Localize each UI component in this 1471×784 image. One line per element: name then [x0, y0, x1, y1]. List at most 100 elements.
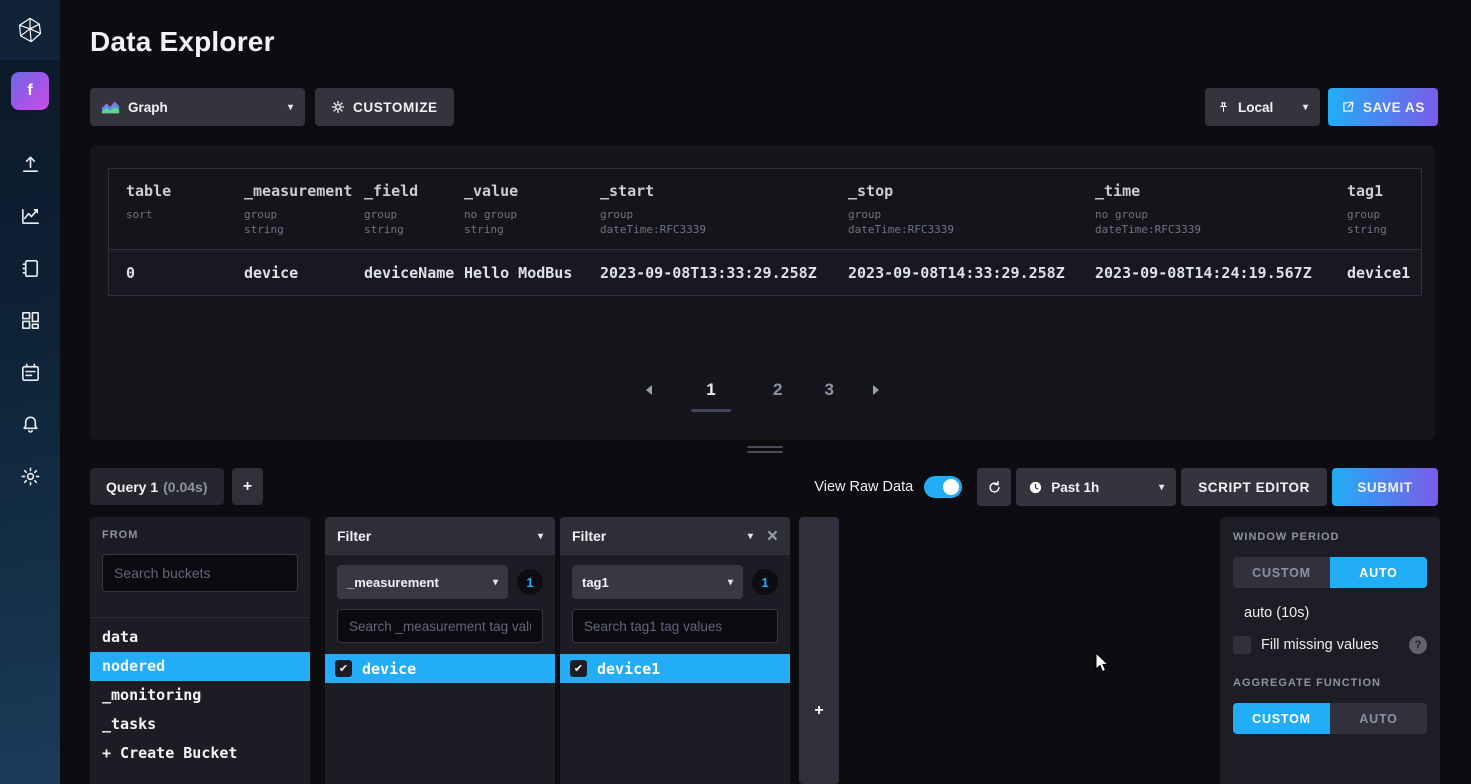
tag-value-label: device1	[597, 660, 660, 678]
selected-count-badge: 1	[752, 569, 778, 595]
time-range-dropdown[interactable]: Past 1h ▾	[1016, 468, 1176, 506]
sidebar-item-tasks[interactable]	[0, 346, 60, 398]
plus-icon: +	[814, 702, 823, 784]
cell-tag1: device1	[1330, 250, 1421, 295]
tag-key-label: tag1	[582, 575, 609, 590]
checkbox-checked-icon[interactable]: ✔	[570, 660, 587, 677]
bucket-item-data[interactable]: data	[90, 623, 310, 652]
column-header[interactable]: _field groupstring	[347, 169, 447, 249]
refresh-icon	[987, 480, 1002, 495]
query-options-panel: WINDOW PERIOD CUSTOM AUTO auto (10s) Fil…	[1220, 517, 1440, 784]
query-tab[interactable]: Query 1 (0.04s)	[90, 468, 224, 505]
customize-label: CUSTOMIZE	[353, 100, 438, 115]
window-auto-button[interactable]: AUTO	[1330, 557, 1427, 588]
chevron-down-icon: ▾	[288, 102, 293, 113]
tag-value-search-input[interactable]	[337, 609, 543, 643]
panel-resize-handle[interactable]	[747, 446, 783, 456]
bucket-item-monitoring[interactable]: _monitoring	[90, 681, 310, 710]
chevron-down-icon: ▾	[1303, 102, 1308, 113]
gear-icon	[331, 100, 345, 114]
pagination: 1 2 3	[90, 380, 1435, 412]
fill-missing-values-label: Fill missing values	[1261, 637, 1379, 653]
bucket-item-tasks[interactable]: _tasks	[90, 710, 310, 739]
tag-key-label: _measurement	[347, 575, 439, 590]
clock-icon	[1028, 480, 1043, 495]
filter-card-measurement: Filter ▾ _measurement ▾ 1 ✔ device	[325, 517, 555, 784]
sidebar-item-upload[interactable]	[0, 138, 60, 190]
column-header[interactable]: _time no groupdateTime:RFC3339	[1078, 169, 1330, 249]
tag-key-dropdown[interactable]: _measurement ▾	[337, 565, 508, 599]
aggregate-auto-button[interactable]: AUTO	[1330, 703, 1427, 734]
column-header[interactable]: tag1 groupstring	[1330, 169, 1421, 249]
page-number-3[interactable]: 3	[819, 380, 840, 400]
save-as-button[interactable]: SAVE AS	[1328, 88, 1438, 126]
location-label: Local	[1238, 100, 1273, 115]
visualization-type-dropdown[interactable]: Graph ▾	[90, 88, 305, 126]
from-bucket-card: FROM data nodered _monitoring _tasks + C…	[90, 517, 310, 784]
column-header[interactable]: _stop groupdateTime:RFC3339	[831, 169, 1078, 249]
column-header[interactable]: _value no groupstring	[447, 169, 583, 249]
add-query-button[interactable]: +	[232, 468, 263, 505]
help-icon[interactable]: ?	[1409, 636, 1427, 654]
close-icon[interactable]: ×	[767, 527, 778, 546]
line-chart-icon	[19, 205, 42, 228]
sidebar-item-notebooks[interactable]	[0, 242, 60, 294]
filter-type-dropdown[interactable]: Filter ▾	[325, 517, 555, 555]
window-custom-button[interactable]: CUSTOM	[1233, 557, 1330, 588]
filter-title: Filter	[572, 528, 606, 544]
next-page-button[interactable]	[870, 384, 882, 399]
add-filter-card-button[interactable]: +	[799, 517, 839, 784]
prev-page-button[interactable]	[643, 384, 655, 399]
column-header[interactable]: _start groupdateTime:RFC3339	[583, 169, 831, 249]
fill-missing-values-checkbox[interactable]	[1233, 636, 1251, 654]
tag-key-dropdown[interactable]: tag1 ▾	[572, 565, 743, 599]
aggregate-custom-button[interactable]: CUSTOM	[1233, 703, 1330, 734]
page-number-1[interactable]: 1	[685, 380, 737, 412]
main-content: Data Explorer Graph ▾ CUSTOMIZE Local ▾	[60, 0, 1471, 784]
export-icon	[1341, 100, 1355, 114]
view-raw-data-toggle[interactable]	[924, 476, 962, 498]
column-header[interactable]: table sort	[109, 169, 227, 249]
aggregate-selector: CUSTOM AUTO	[1233, 703, 1427, 734]
create-bucket-button[interactable]: + Create Bucket	[90, 739, 310, 768]
tag-value-row-device1[interactable]: ✔ device1	[560, 654, 790, 683]
cell-time: 2023-09-08T14:24:19.567Z	[1078, 250, 1330, 295]
submit-button[interactable]: SUBMIT	[1332, 468, 1438, 506]
bucket-search-input[interactable]	[102, 554, 298, 592]
query-duration: (0.04s)	[163, 479, 207, 495]
bell-icon	[19, 413, 42, 436]
sidebar-item-settings[interactable]	[0, 450, 60, 502]
view-raw-data-label: View Raw Data	[814, 479, 913, 495]
sidebar-item-data-explorer[interactable]	[0, 190, 60, 242]
saved-location-dropdown[interactable]: Local ▾	[1205, 88, 1320, 126]
influxdb-logo[interactable]	[0, 0, 60, 60]
page-number-2[interactable]: 2	[767, 380, 788, 400]
top-toolbar: Graph ▾ CUSTOMIZE Local ▾ SAVE AS	[90, 88, 1438, 126]
tag-value-search-input[interactable]	[572, 609, 778, 643]
table-header-row: table sort _measurement groupstring _fie…	[109, 169, 1421, 250]
cell-stop: 2023-09-08T14:33:29.258Z	[831, 250, 1078, 295]
graph-thumbnail-icon	[102, 100, 120, 114]
calendar-icon	[19, 361, 42, 384]
notebook-icon	[19, 257, 42, 280]
table-row[interactable]: 0 device deviceName Hello ModBus 2023-09…	[109, 250, 1421, 295]
sidebar-item-dashboards[interactable]	[0, 294, 60, 346]
tag-value-row-device[interactable]: ✔ device	[325, 654, 555, 683]
script-editor-button[interactable]: SCRIPT EDITOR	[1181, 468, 1327, 506]
org-avatar[interactable]: f	[11, 72, 49, 110]
bucket-list: data nodered _monitoring _tasks + Create…	[90, 623, 310, 768]
cell-value: Hello ModBus	[447, 250, 583, 295]
chevron-down-icon: ▾	[1159, 482, 1164, 493]
customize-button[interactable]: CUSTOMIZE	[315, 88, 454, 126]
window-auto-value: auto (10s)	[1233, 605, 1427, 621]
column-header[interactable]: _measurement groupstring	[227, 169, 347, 249]
checkbox-checked-icon[interactable]: ✔	[335, 660, 352, 677]
filter-type-dropdown[interactable]: Filter ▾ ×	[560, 517, 790, 555]
cell-start: 2023-09-08T13:33:29.258Z	[583, 250, 831, 295]
sidebar-item-alerts[interactable]	[0, 398, 60, 450]
left-nav: f	[0, 0, 60, 784]
refresh-button[interactable]	[977, 468, 1011, 506]
raw-data-table: table sort _measurement groupstring _fie…	[108, 168, 1422, 296]
bucket-item-nodered-selected[interactable]: nodered	[90, 652, 310, 681]
gear-icon	[19, 465, 42, 488]
